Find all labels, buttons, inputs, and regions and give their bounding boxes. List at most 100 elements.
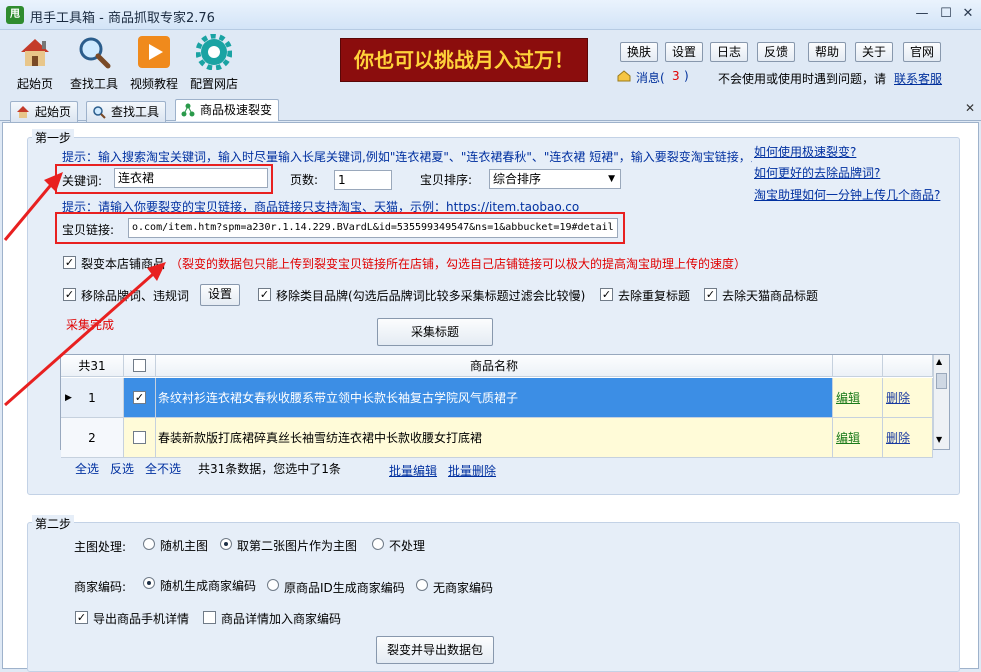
keyword-input[interactable]: 连衣裙 <box>114 168 268 188</box>
magnifier-icon <box>79 37 111 69</box>
scroll-thumb[interactable] <box>936 373 947 389</box>
table-header-count: 共31 <box>61 355 124 377</box>
deselect-all-link[interactable]: 全不选 <box>145 460 181 477</box>
table-header-edit <box>833 355 883 377</box>
row-checkbox[interactable] <box>133 431 146 444</box>
split-icon <box>181 103 195 117</box>
close-button[interactable]: ✕ <box>958 5 978 23</box>
tab-close-icon[interactable]: ✕ <box>965 101 975 115</box>
chevron-down-icon: ▼ <box>608 174 615 184</box>
tab-find-tools[interactable]: 查找工具 <box>86 101 167 122</box>
row-number: 2 <box>61 418 124 458</box>
sort-label: 宝贝排序: <box>420 173 473 187</box>
main-image-none-label[interactable]: 不处理 <box>389 537 425 554</box>
pages-label: 页数: <box>290 173 319 187</box>
row-number-cell: ▶ 1 <box>61 378 124 418</box>
same-shop-label[interactable]: 裂变本店铺商品 <box>81 255 165 272</box>
feedback-button[interactable]: 反馈 <box>757 42 795 62</box>
tab-product-split[interactable]: 商品极速裂变 <box>175 99 280 121</box>
remove-category-brand-label[interactable]: 移除类目品牌(勾选后品牌词比较多采集标题过滤会比较慢) <box>276 287 585 304</box>
remove-duplicate-label[interactable]: 去除重复标题 <box>618 287 690 304</box>
toolbar-home[interactable]: 起始页 <box>5 32 65 92</box>
scroll-down-icon[interactable]: ▼ <box>936 435 942 444</box>
selection-summary: 共31条数据，您选中了1条 <box>198 462 341 476</box>
sort-select[interactable]: 综合排序 ▼ <box>489 169 621 189</box>
merchant-code-original-id-radio[interactable] <box>267 579 279 591</box>
main-image-none-radio[interactable] <box>372 538 384 550</box>
toolbar-home-label: 起始页 <box>16 77 53 91</box>
help-text: 不会使用或使用时遇到问题，请 <box>718 72 887 86</box>
settings-button[interactable]: 设置 <box>665 42 703 62</box>
remove-category-brand-checkbox[interactable]: ✓ <box>258 288 271 301</box>
table-row[interactable]: 2 春装新款版打底裙碎真丝长袖雪纺连衣裙中长款收腰女打底裙 编辑 删除 <box>61 418 933 458</box>
scroll-up-icon[interactable]: ▲ <box>936 357 942 366</box>
row-edit-link[interactable]: 编辑 <box>836 431 860 445</box>
detail-merchant-code-checkbox[interactable] <box>203 611 216 624</box>
remove-brand-label[interactable]: 移除品牌词、违规词 <box>81 287 189 304</box>
magnifier-icon <box>93 106 106 119</box>
split-export-button[interactable]: 裂变并导出数据包 <box>376 636 494 664</box>
help-button[interactable]: 帮助 <box>808 42 846 62</box>
video-play-icon <box>138 36 170 68</box>
row-delete-link[interactable]: 删除 <box>886 431 910 445</box>
merchant-code-random-radio[interactable] <box>143 577 155 589</box>
select-all-checkbox[interactable] <box>133 359 146 372</box>
toolbar-video-label: 视频教程 <box>129 77 178 91</box>
batch-edit-link[interactable]: 批量编辑 <box>389 462 437 479</box>
export-mobile-detail-label[interactable]: 导出商品手机详情 <box>93 610 189 627</box>
skin-button[interactable]: 换肤 <box>620 42 658 62</box>
merchant-code-none-radio[interactable] <box>416 579 428 591</box>
batch-delete-link[interactable]: 批量删除 <box>448 462 496 479</box>
contact-support-link[interactable]: 联系客服 <box>894 70 942 87</box>
help-link-remove-brand[interactable]: 如何更好的去除品牌词? <box>754 164 880 181</box>
official-site-button[interactable]: 官网 <box>903 42 941 62</box>
same-shop-checkbox[interactable]: ✓ <box>63 256 76 269</box>
remove-brand-checkbox[interactable]: ✓ <box>63 288 76 301</box>
row-checkbox-cell <box>124 418 156 458</box>
about-button[interactable]: 关于 <box>855 42 893 62</box>
tab-home[interactable]: 起始页 <box>10 101 79 122</box>
main-image-random-label[interactable]: 随机主图 <box>160 537 208 554</box>
help-link-how-to-use[interactable]: 如何使用极速裂变? <box>754 143 856 160</box>
export-mobile-detail-checkbox[interactable]: ✓ <box>75 611 88 624</box>
row-edit-link[interactable]: 编辑 <box>836 391 860 405</box>
remove-tmall-checkbox[interactable]: ✓ <box>704 288 717 301</box>
remove-tmall-label[interactable]: 去除天猫商品标题 <box>722 287 818 304</box>
toolbar-find-tools-label: 查找工具 <box>69 77 118 91</box>
collect-titles-button[interactable]: 采集标题 <box>377 318 493 346</box>
toolbar-config-shop-label: 配置网店 <box>189 77 238 91</box>
message-icon <box>617 70 631 82</box>
detail-merchant-code-label[interactable]: 商品详情加入商家编码 <box>221 610 341 627</box>
tab-product-split-label: 商品极速裂变 <box>200 103 273 117</box>
merchant-code-label: 商家编码: <box>74 580 127 594</box>
main-image-label: 主图处理: <box>74 540 127 554</box>
help-link-upload-fast[interactable]: 淘宝助理如何一分钟上传几个商品? <box>754 186 940 203</box>
toolbar-video[interactable]: 视频教程 <box>124 32 184 92</box>
row-delete-link[interactable]: 删除 <box>886 391 910 405</box>
toolbar-config-shop[interactable]: 配置网店 <box>184 32 244 92</box>
main-image-second-radio[interactable] <box>220 538 232 550</box>
brand-settings-button[interactable]: 设置 <box>200 284 240 306</box>
table-scrollbar[interactable]: ▲ ▼ <box>933 355 949 449</box>
toolbar-find-tools[interactable]: 查找工具 <box>64 32 124 92</box>
item-link-input[interactable]: o.com/item.htm?spm=a230r.1.14.229.BVardL… <box>128 218 618 238</box>
table-header-name: 商品名称 <box>156 355 833 377</box>
maximize-button[interactable]: ☐ <box>936 5 956 23</box>
invert-selection-link[interactable]: 反选 <box>110 460 134 477</box>
message-label[interactable]: 消息( <box>636 69 665 86</box>
pages-input[interactable]: 1 <box>334 170 392 190</box>
merchant-code-original-id-label[interactable]: 原商品ID生成商家编码 <box>284 579 405 596</box>
select-all-link[interactable]: 全选 <box>75 460 99 477</box>
row-checkbox[interactable]: ✓ <box>133 391 146 404</box>
table-row[interactable]: ▶ 1 ✓ 条纹衬衫连衣裙女春秋收腰系带立领中长款长袖复古学院风气质裙子 编辑 … <box>61 378 933 418</box>
log-button[interactable]: 日志 <box>710 42 748 62</box>
row-number: 1 <box>88 391 96 405</box>
remove-duplicate-checkbox[interactable]: ✓ <box>600 288 613 301</box>
merchant-code-random-label[interactable]: 随机生成商家编码 <box>160 577 256 594</box>
merchant-code-none-label[interactable]: 无商家编码 <box>433 579 493 596</box>
minimize-button[interactable]: — <box>912 5 932 23</box>
promo-banner[interactable]: 你也可以挑战月入过万！ <box>340 38 588 82</box>
message-close-paren: ) <box>684 69 689 83</box>
main-image-random-radio[interactable] <box>143 538 155 550</box>
main-image-second-label[interactable]: 取第二张图片作为主图 <box>237 537 357 554</box>
